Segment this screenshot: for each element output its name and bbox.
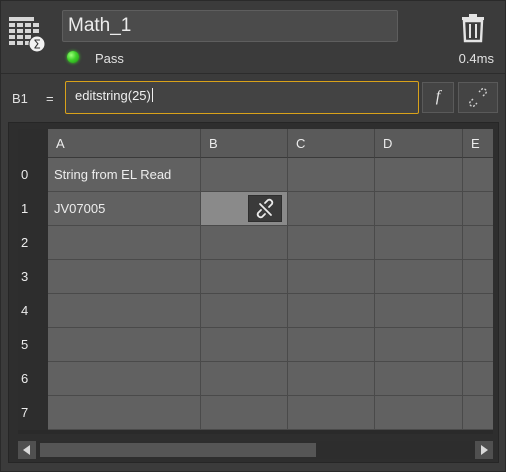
cell-b0[interactable]: [201, 158, 288, 192]
header-divider: [1, 73, 505, 74]
cell-d2[interactable]: [375, 226, 463, 260]
cell-c0[interactable]: [288, 158, 375, 192]
cell-e7[interactable]: [463, 396, 493, 430]
math-tool-panel: Σ Math_1 Pass 0.4ms B1 = editstring(25) …: [0, 0, 506, 472]
svg-text:Σ: Σ: [33, 38, 41, 52]
cell-a0[interactable]: String from EL Read: [48, 158, 201, 192]
cell-c4[interactable]: [288, 294, 375, 328]
cell-d0[interactable]: [375, 158, 463, 192]
cell-b5[interactable]: [201, 328, 288, 362]
cell-c6[interactable]: [288, 362, 375, 396]
link-button[interactable]: [458, 82, 498, 113]
cell-d7[interactable]: [375, 396, 463, 430]
trash-icon[interactable]: [460, 13, 486, 43]
row-header-0[interactable]: 0: [18, 158, 48, 192]
cell-b3[interactable]: [201, 260, 288, 294]
cell-c3[interactable]: [288, 260, 375, 294]
status-label: Pass: [95, 51, 124, 66]
cell-c2[interactable]: [288, 226, 375, 260]
cell-value: JV07005: [54, 201, 106, 216]
cell-d6[interactable]: [375, 362, 463, 396]
cell-a6[interactable]: [48, 362, 201, 396]
row-header-6[interactable]: 6: [18, 362, 48, 396]
row-header-5[interactable]: 5: [18, 328, 48, 362]
cell-d5[interactable]: [375, 328, 463, 362]
cell-b2[interactable]: [201, 226, 288, 260]
broken-link-icon: [256, 198, 274, 219]
cell-a3[interactable]: [48, 260, 201, 294]
row-header-2[interactable]: 2: [18, 226, 48, 260]
cell-e4[interactable]: [463, 294, 493, 328]
cell-e2[interactable]: [463, 226, 493, 260]
column-header-d[interactable]: D: [375, 129, 463, 158]
grid-corner: [18, 129, 48, 158]
row-header-4[interactable]: 4: [18, 294, 48, 328]
scroll-thumb[interactable]: [40, 443, 316, 457]
cell-value: String from EL Read: [54, 167, 172, 182]
cell-c1[interactable]: [288, 192, 375, 226]
cell-b1[interactable]: [201, 192, 288, 226]
column-header-b[interactable]: B: [201, 129, 288, 158]
text-caret: [151, 88, 153, 102]
arrow-right-icon: [481, 445, 488, 455]
cell-c7[interactable]: [288, 396, 375, 430]
tool-name-field[interactable]: Math_1: [62, 10, 398, 42]
spreadsheet-sum-icon: Σ: [9, 17, 46, 53]
row-header-7[interactable]: 7: [18, 396, 48, 430]
cell-link-button[interactable]: [248, 195, 282, 222]
cell-b6[interactable]: [201, 362, 288, 396]
cell-e3[interactable]: [463, 260, 493, 294]
cell-e0[interactable]: [463, 158, 493, 192]
column-header-a[interactable]: A: [48, 129, 201, 158]
cell-d3[interactable]: [375, 260, 463, 294]
cell-c5[interactable]: [288, 328, 375, 362]
broken-link-icon: [469, 88, 487, 107]
function-button[interactable]: f: [422, 82, 454, 113]
row-header-1[interactable]: 1: [18, 192, 48, 226]
cell-e6[interactable]: [463, 362, 493, 396]
horizontal-scrollbar[interactable]: [18, 441, 493, 459]
row-header-3[interactable]: 3: [18, 260, 48, 294]
formula-input[interactable]: editstring(25): [65, 81, 419, 114]
formula-text: editstring(25): [75, 88, 151, 103]
column-header-c[interactable]: C: [288, 129, 375, 158]
column-header-e[interactable]: E: [463, 129, 493, 158]
cell-a7[interactable]: [48, 396, 201, 430]
equals-sign: =: [46, 91, 54, 106]
execution-time: 0.4ms: [458, 51, 494, 66]
status-indicator-icon: [67, 51, 79, 63]
cell-b4[interactable]: [201, 294, 288, 328]
cell-d4[interactable]: [375, 294, 463, 328]
arrow-left-icon: [23, 445, 30, 455]
spreadsheet-grid: A B C D E 0 String from EL Read 1 JV07005 2 3…: [18, 129, 493, 434]
cell-d1[interactable]: [375, 192, 463, 226]
active-cell-reference: B1: [12, 91, 28, 106]
cell-a2[interactable]: [48, 226, 201, 260]
cell-e5[interactable]: [463, 328, 493, 362]
cell-e1[interactable]: [463, 192, 493, 226]
cell-a5[interactable]: [48, 328, 201, 362]
scroll-right-button[interactable]: [475, 441, 493, 459]
cell-b7[interactable]: [201, 396, 288, 430]
spreadsheet-area: A B C D E 0 String from EL Read 1 JV07005 2 3…: [8, 122, 499, 463]
cell-a4[interactable]: [48, 294, 201, 328]
scroll-left-button[interactable]: [18, 441, 36, 459]
cell-a1[interactable]: JV07005: [48, 192, 201, 226]
